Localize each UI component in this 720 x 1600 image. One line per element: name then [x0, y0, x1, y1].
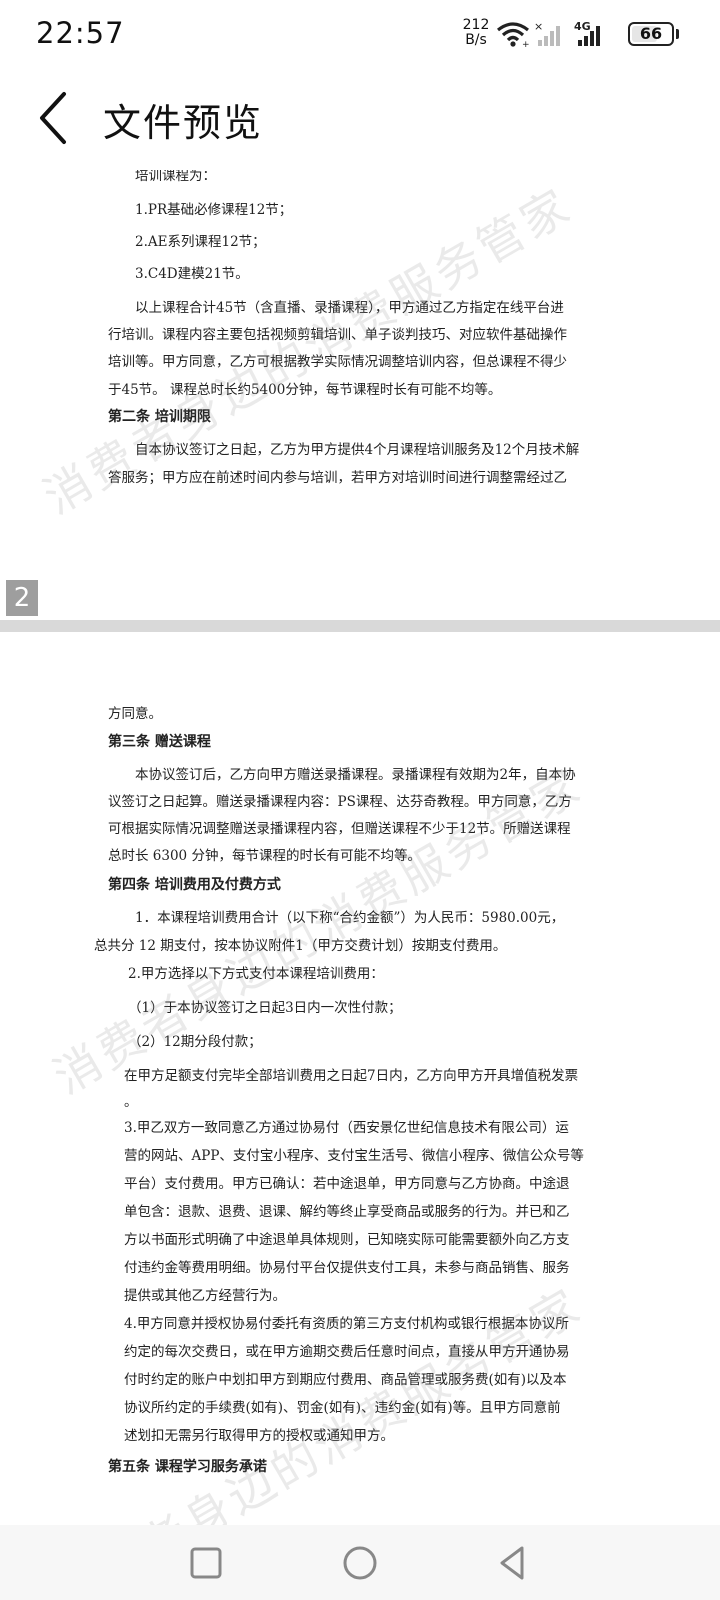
chevron-left-icon	[40, 92, 66, 144]
doc-line: 提供或其他乙方经营行为。	[124, 1288, 286, 1304]
doc-line: 以上课程合计45节（含直播、录播课程），甲方通过乙方指定在线平台进	[135, 300, 564, 316]
doc-line: 述划扣无需另行取得甲方的授权或通知甲方。	[124, 1428, 394, 1444]
circle-home-icon	[343, 1546, 377, 1580]
doc-line: 行培训。课程内容主要包括视频剪辑培训、单子谈判技巧、对应软件基础操作	[108, 327, 567, 343]
doc-line: 平台）支付费用。甲方已确认：若中途退单，甲方同意与乙方协商。中途退	[124, 1176, 570, 1192]
home-button[interactable]	[336, 1539, 384, 1587]
section-heading: 第四条 培训费用及付费方式	[108, 877, 281, 893]
signal-off-icon: ×	[534, 20, 564, 52]
doc-line: 。	[124, 1094, 138, 1110]
page-title: 文件预览	[103, 101, 264, 145]
document-page: 方同意。 第三条 赠送课程 本协议签订后，乙方向甲方赠送录播课程。录播课程有效期…	[0, 632, 720, 1525]
page-divider	[0, 620, 720, 632]
doc-line: 培训课程为：	[135, 170, 216, 184]
battery-tip	[676, 29, 679, 39]
section-heading: 第二条 培训期限	[108, 409, 211, 425]
doc-line: 可根据实际情况调整赠送录播课程内容，但赠送课程不少于12节。所赠送课程	[108, 821, 571, 837]
doc-line: 协议所约定的手续费(如有)、罚金(如有)、违约金(如有)等。且甲方同意前	[124, 1400, 561, 1416]
svg-text:4G: 4G	[574, 20, 591, 33]
recents-button[interactable]	[182, 1539, 230, 1587]
document-viewer[interactable]: 培训课程为： 1.PR基础必修课程12节； 2.AE系列课程12节； 3.C4D…	[0, 170, 720, 1525]
doc-line: 在甲方足额支付完毕全部培训费用之日起7日内，乙方向甲方开具增值税发票	[124, 1068, 579, 1084]
back-nav-button[interactable]	[490, 1539, 538, 1587]
doc-line: 单包含：退款、退费、退课、解约等终止享受商品或服务的行为。并已和乙	[124, 1204, 570, 1220]
status-bar: 22:57 212 B/s + × 4G 66	[0, 0, 720, 70]
doc-line: 3.甲乙双方一致同意乙方通过协易付（西安景亿世纪信息技术有限公司）运	[124, 1120, 569, 1136]
svg-text:×: ×	[534, 20, 543, 33]
back-button[interactable]	[30, 88, 80, 148]
section-heading: 第三条 赠送课程	[108, 734, 211, 750]
doc-line: 付违约金等费用明细。协易付平台仅提供支付工具，未参与商品销售、服务	[124, 1260, 570, 1276]
doc-line: 3.C4D建模21节。	[135, 266, 249, 282]
svg-text:+: +	[522, 40, 530, 48]
square-recents-icon	[190, 1547, 222, 1579]
doc-line: 1．本课程培训费用合计（以下称“合约金额”）为人民币：5980.00元，	[135, 910, 565, 926]
page-number-badge: 2	[6, 580, 38, 616]
doc-line: 1.PR基础必修课程12节；	[135, 202, 293, 218]
network-speed: 212 B/s	[462, 17, 490, 48]
doc-line: 营的网站、APP、支付宝小程序、支付宝生活号、微信小程序、微信公众号等	[124, 1148, 584, 1164]
doc-line: 方同意。	[108, 706, 162, 722]
doc-line: 2.AE系列课程12节；	[135, 234, 266, 250]
doc-line: 于45节。 课程总时长约5400分钟，每节课程时长有可能不均等。	[108, 382, 502, 398]
signal-4g-icon: 4G	[574, 20, 608, 52]
status-time: 22:57	[36, 16, 125, 50]
doc-line: （1）于本协议签订之日起3日内一次性付款；	[128, 1000, 402, 1016]
app-header: 文件预览	[0, 70, 720, 170]
section-heading: 第五条 课程学习服务承诺	[108, 1459, 267, 1475]
document-page: 培训课程为： 1.PR基础必修课程12节； 2.AE系列课程12节； 3.C4D…	[0, 170, 720, 610]
battery-percentage: 66	[639, 24, 663, 43]
doc-line: 议签订之日起算。赠送录播课程内容：PS课程、达芬奇教程。甲方同意，乙方	[108, 794, 572, 810]
doc-line: 总共分 12 期支付，按本协议附件1（甲方交费计划）按期支付费用。	[94, 938, 507, 954]
doc-line: 约定的每次交费日，或在甲方逾期交费后任意时间点，直接从甲方开通协易	[124, 1344, 570, 1360]
doc-line: 答服务；甲方应在前述时间内参与培训，若甲方对培训时间进行调整需经过乙	[108, 470, 567, 486]
doc-line: 总时长 6300 分钟，每节课程的时长有可能不均等。	[108, 848, 421, 864]
wifi-icon: +	[496, 20, 530, 52]
battery-icon: 66	[628, 22, 674, 46]
doc-line: 4.甲方同意并授权协易付委托有资质的第三方支付机构或银行根据本协议所	[124, 1316, 569, 1332]
doc-line: 培训等。甲方同意，乙方可根据教学实际情况调整培训内容，但总课程不得少	[108, 354, 567, 370]
doc-line: 本协议签订后，乙方向甲方赠送录播课程。录播课程有效期为2年，自本协	[135, 767, 576, 783]
doc-line: （2）12期分段付款；	[128, 1034, 262, 1050]
triangle-back-icon	[500, 1546, 524, 1580]
doc-line: 自本协议签订之日起，乙方为甲方提供4个月课程培训服务及12个月技术解	[135, 442, 580, 458]
doc-line: 方以书面形式明确了中途退单具体规则，已知晓实际可能需要额外向乙方支	[124, 1232, 570, 1248]
system-nav-bar	[0, 1525, 720, 1600]
doc-line: 付时约定的账户中划扣甲方到期应付费用、商品管理或服务费(如有)以及本	[124, 1372, 567, 1388]
doc-line: 2.甲方选择以下方式支付本课程培训费用：	[128, 966, 384, 982]
